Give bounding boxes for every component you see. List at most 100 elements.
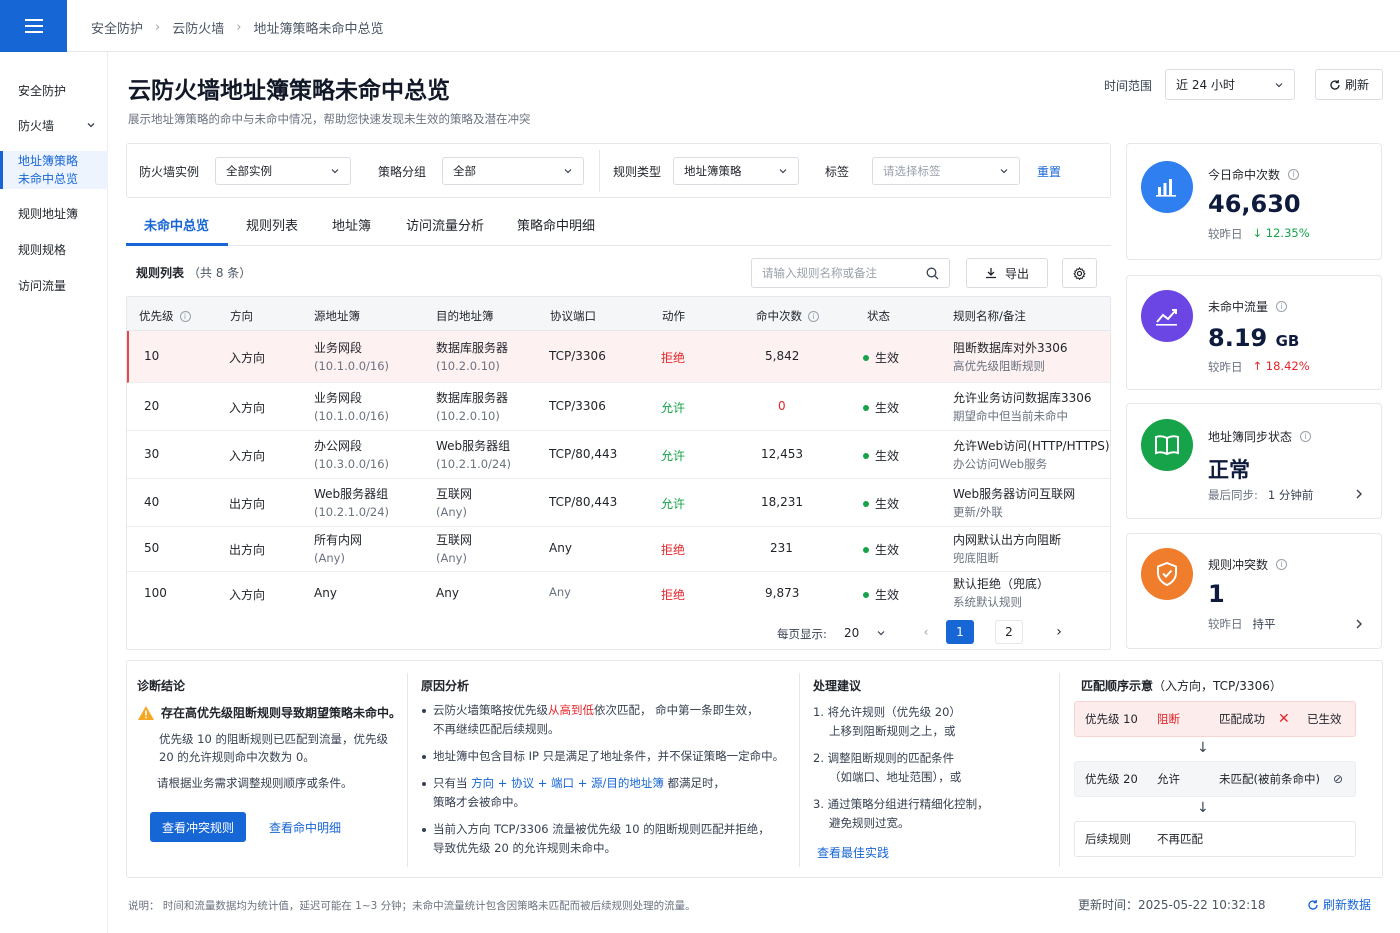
page-size-select[interactable]: 20 [836,619,894,646]
list-item: 云防火墙策略按优先级从高到低依次匹配， 命中第一条即生效， 不再继续匹配后续规则。 [421,701,784,739]
tab-active-indicator [126,243,228,246]
tag-select[interactable]: 请选择标签 [872,157,1020,185]
rule-remark: 兜底阻断 [953,551,999,565]
status-cell: 生效 [863,586,899,603]
info-icon[interactable]: i [1276,559,1288,570]
sync-status-card[interactable]: 地址簿同步状态 i 正常 最后同步: 1 分钟前 [1126,403,1382,519]
src-range: (10.2.1.0/24) [314,505,390,519]
search-placeholder: 请输入规则名称或备注 [762,266,877,280]
tab-rule-list[interactable]: 规则列表 [246,215,298,234]
hits-cell: 5,842 [765,349,800,363]
action-cell: 允许 [661,401,686,415]
chevron-down-icon [877,630,885,635]
rule-remark: 系统默认规则 [953,595,1022,609]
table-settings-button[interactable] [1062,258,1097,288]
info-icon[interactable]: i [1300,431,1312,442]
column-header: 目的地址簿 [436,309,494,323]
view-hit-detail-link[interactable]: 查看命中明细 [269,819,341,838]
status-label: 生效 [875,588,900,602]
table-row[interactable]: 10 入方向 业务网段 (10.1.0.0/16) 数据库服务器 (10.2.0.1… [127,331,1110,383]
footer-note: 说明： 时间和流量数据均为统计值，延迟可能在 1~3 分钟；未命中流量统计包含因… [128,900,696,912]
export-button[interactable]: 导出 [966,258,1048,288]
breadcrumb-item[interactable]: 安全防护 [91,18,143,37]
table-row[interactable]: 50 出方向 所有内网 (Any) 互联网 (Any) Any 拒绝 231 生效 … [127,527,1110,572]
info-icon[interactable]: i [179,310,191,322]
diagnosis-advice: 请根据业务需求调整规则顺序或条件。 [157,776,353,790]
sidebar-item-label: 规则规格 [18,243,67,257]
info-icon[interactable]: i [1288,169,1300,180]
menu-toggle-button[interactable] [0,0,67,52]
refresh-data-label: 刷新数据 [1323,898,1372,912]
card-value-unit: GB [1275,332,1300,350]
card-label: 地址簿同步状态 i [1208,428,1312,445]
sidebar-item-rule-addressbook[interactable]: 规则地址簿 [0,205,108,223]
column-header: 优先级 i [139,308,191,324]
trend-label: 较昨日 [1208,227,1243,241]
tab-overview[interactable]: 未命中总览 [144,215,209,234]
match-priority: 后续规则 [1085,832,1131,846]
best-practice-link[interactable]: 查看最佳实践 [817,844,889,863]
tab-traffic-analysis[interactable]: 访问流量分析 [406,215,484,234]
dst-cell: 数据库服务器 (10.2.0.10) [436,341,508,373]
sidebar-item-addressbook-overview[interactable]: 地址簿策略 未命中总览 [0,151,108,189]
next-page-button[interactable]: › [1045,620,1073,644]
table-row[interactable]: 100 入方向 Any Any Any 拒绝 9,873 生效 默认拒绝（兜底）… [127,572,1110,617]
dst-cell: Any [436,586,459,600]
match-priority: 优先级 20 [1085,772,1138,786]
sidebar-item-label: 访问流量 [18,279,67,293]
info-icon[interactable]: i [808,310,819,322]
rule-name: 内网默认出方向阻断 [953,533,1062,547]
sidebar-item-traffic[interactable]: 访问流量 [0,277,108,295]
tab-addressbook[interactable]: 地址簿 [332,215,371,234]
refresh-data-link[interactable]: 刷新数据 [1307,896,1371,913]
direction-cell: 入方向 [229,588,266,602]
hits-cell: 9,873 [765,586,800,600]
search-icon [926,267,939,279]
port-cell: TCP/80,443 [549,447,618,461]
sidebar-item-label: 地址簿策略 [18,154,79,168]
table-row[interactable]: 20 入方向 业务网段 (10.1.0.0/16) 数据库服务器 (10.2.0.1… [127,383,1110,431]
tag-placeholder: 请选择标签 [883,164,941,178]
instance-select[interactable]: 全部实例 [215,157,351,185]
sidebar-item-security[interactable]: 安全防护 [0,82,108,100]
sidebar-item-rule-spec[interactable]: 规则规格 [0,241,108,259]
src-name: 业务网段 [314,391,363,405]
table-row[interactable]: 30 入方向 办公网段 (10.3.0.0/16) Web服务器组 (10.2.1.… [127,431,1110,479]
src-cell: 所有内网 (Any) [314,533,362,565]
top-bar: 安全防护 › 云防火墙 › 地址簿策略未命中总览 [0,0,1400,52]
dst-cell: 互联网 (Any) [436,487,472,519]
group-value: 全部 [453,164,476,178]
trend-chart-icon [1141,290,1193,342]
page-button[interactable]: 2 [995,620,1023,644]
rule-conflict-card[interactable]: 规则冲突数 i 1 较昨日 持平 [1126,533,1382,649]
rule-type-select[interactable]: 地址簿策略 [673,157,799,185]
src-name: 业务网段 [314,341,363,355]
view-conflict-rules-button[interactable]: 查看冲突规则 [150,812,246,842]
dst-name: 互联网 [436,487,473,501]
breadcrumb-item[interactable]: 云防火墙 [172,18,224,37]
card-value: 1 [1208,580,1225,608]
chevron-down-icon [564,169,572,174]
rule-search-input[interactable]: 请输入规则名称或备注 [751,258,950,288]
info-icon[interactable]: i [1276,301,1288,312]
sidebar-item-firewall[interactable]: 防火墙 [0,117,108,135]
group-select[interactable]: 全部 [442,157,584,185]
name-cell: Web服务器访问互联网 更新/外联 [953,487,1075,519]
prev-page-button[interactable]: ‹ [912,620,940,644]
card-label: 未命中流量 i [1208,298,1288,315]
dst-range: (10.2.0.10) [436,359,500,373]
name-cell: 允许业务访问数据库3306 期望命中但当前未命中 [953,391,1092,423]
match-step-2: 优先级 20 允许 未匹配(被前条命中) ⊘ [1074,761,1356,797]
match-title-text: 匹配顺序示意 [1081,679,1154,693]
list-item: 只有当 方向 + 协议 + 端口 + 源/目的地址簿 都满足时， 策略才会被命中。 [421,774,784,812]
direction-cell: 入方向 [229,351,266,365]
card-label-text: 规则冲突数 [1208,558,1269,572]
tab-hit-detail[interactable]: 策略命中明细 [517,215,595,234]
table-row[interactable]: 40 出方向 Web服务器组 (10.2.1.0/24) 互联网 (Any) TCP… [127,479,1110,527]
table-title: 规则列表 （共 8 条） [136,264,251,281]
reset-link[interactable]: 重置 [1037,163,1061,180]
page-button[interactable]: 1 [946,620,974,644]
card-value: 正常 [1208,458,1250,482]
refresh-button[interactable]: 刷新 [1315,69,1383,100]
time-range-select[interactable]: 近 24 小时 [1165,69,1295,100]
